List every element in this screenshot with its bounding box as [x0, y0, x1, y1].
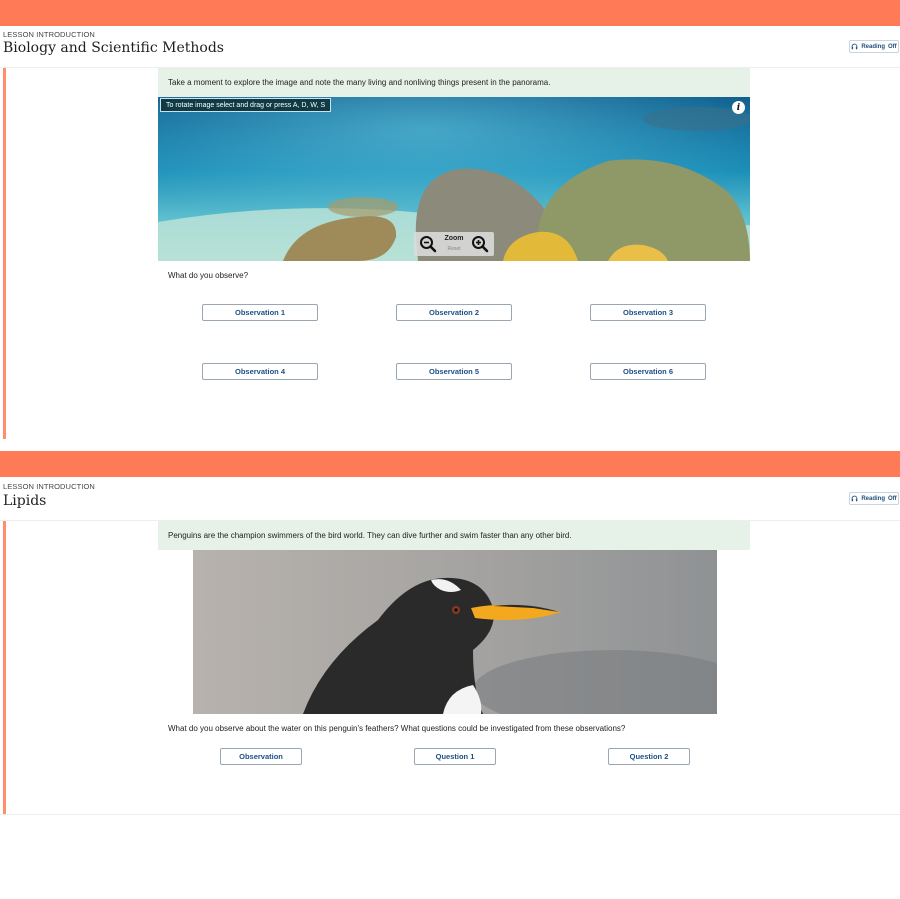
observation-3-button[interactable]: Observation 3: [590, 304, 706, 321]
reading-label: Reading: [861, 495, 885, 502]
headphones-icon: [851, 43, 858, 50]
question-text: What do you observe about the water on t…: [168, 724, 626, 733]
info-icon[interactable]: i: [732, 101, 745, 114]
lesson-header: LESSON INTRODUCTION Lipids Reading Off: [0, 477, 900, 521]
observation-2-button[interactable]: Observation 2: [396, 304, 512, 321]
observation-1-button[interactable]: Observation 1: [202, 304, 318, 321]
underwater-panorama[interactable]: To rotate image select and drag or press…: [158, 97, 750, 261]
top-accent-bar: [0, 451, 900, 477]
observation-6-button[interactable]: Observation 6: [590, 363, 706, 380]
headphones-icon: [851, 495, 858, 502]
reading-state: Off: [888, 43, 897, 50]
section-accent-line: [3, 68, 6, 439]
question-text: What do you observe?: [168, 271, 249, 280]
panorama-hint: To rotate image select and drag or press…: [160, 98, 332, 112]
top-accent-bar: [0, 0, 900, 26]
zoom-controls: Zoom Reset: [414, 232, 494, 256]
lesson-eyebrow: LESSON INTRODUCTION: [3, 482, 95, 491]
reading-toggle-button[interactable]: Reading Off: [849, 40, 899, 53]
section-accent-line: [3, 521, 6, 814]
section-divider: [0, 814, 900, 815]
page-title: Biology and Scientific Methods: [3, 40, 224, 56]
page-title: Lipids: [3, 493, 47, 509]
lesson-header: LESSON INTRODUCTION Biology and Scientif…: [0, 26, 900, 68]
reading-state: Off: [888, 495, 897, 502]
prompt-banner: Take a moment to explore the image and n…: [158, 68, 750, 97]
reading-toggle-button[interactable]: Reading Off: [849, 492, 899, 505]
zoom-in-icon[interactable]: [471, 235, 489, 253]
question-2-button[interactable]: Question 2: [608, 748, 690, 765]
penguin-image: [193, 550, 717, 714]
observation-4-button[interactable]: Observation 4: [202, 363, 318, 380]
observation-button[interactable]: Observation: [220, 748, 302, 765]
reading-label: Reading: [861, 43, 885, 50]
lesson-eyebrow: LESSON INTRODUCTION: [3, 30, 95, 39]
prompt-banner: Penguins are the champion swimmers of th…: [158, 521, 750, 550]
observation-5-button[interactable]: Observation 5: [396, 363, 512, 380]
question-1-button[interactable]: Question 1: [414, 748, 496, 765]
